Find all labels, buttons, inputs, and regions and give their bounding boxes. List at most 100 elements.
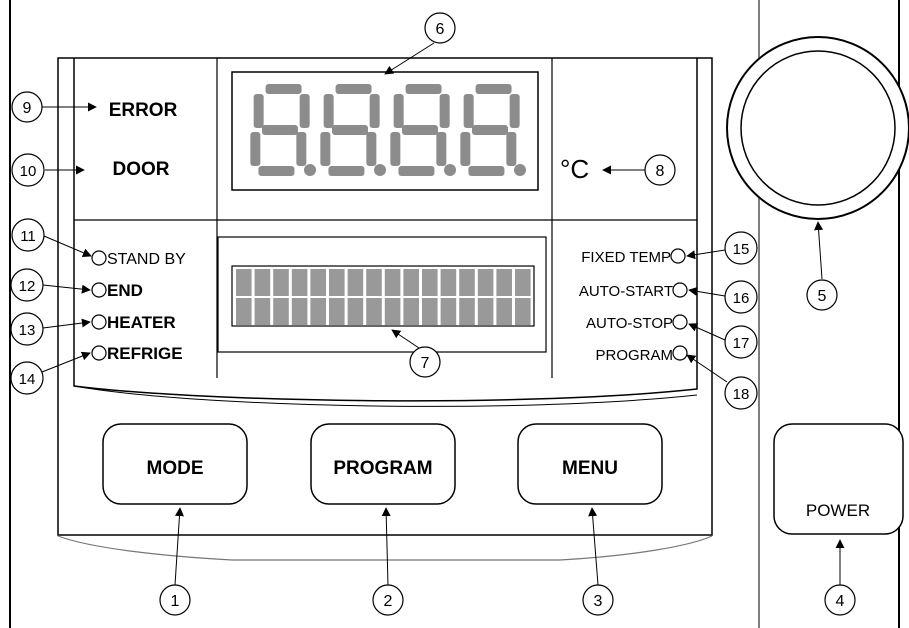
segment-2-g [332, 125, 368, 135]
lcd-cell [366, 298, 382, 325]
segment-4-a [475, 84, 512, 94]
segment-2-e [320, 132, 331, 166]
decimal-point-2 [374, 164, 386, 176]
end-label: END [107, 281, 143, 300]
lcd-cell [496, 298, 512, 325]
segment-1-c [296, 132, 307, 166]
auto-stop-led [672, 314, 688, 330]
door-label: DOOR [113, 159, 170, 180]
callout-1: 1 [159, 584, 191, 616]
callout-2-number: 2 [384, 593, 393, 610]
callout-3: 3 [582, 584, 614, 616]
fixed-temp-label: FIXED TEMP [581, 249, 671, 266]
lcd-cell [236, 298, 252, 325]
lcd-cell [477, 269, 494, 296]
mode-button-label: MODE [147, 458, 204, 479]
callout-8: 8 [644, 154, 676, 186]
callout-18: 18 [724, 376, 758, 410]
segment-2-b [369, 94, 380, 128]
heater-led [91, 314, 107, 330]
callout-2: 2 [372, 584, 404, 616]
program-button[interactable]: PROGRAM [310, 423, 456, 505]
callout-14: 14 [10, 361, 44, 395]
callout-1-number: 1 [171, 593, 180, 610]
callout-5-number: 5 [818, 288, 827, 305]
segment-2-a [335, 84, 372, 94]
callout-14-number: 14 [19, 371, 36, 388]
mode-button[interactable]: MODE [102, 423, 248, 505]
standby-led [91, 250, 107, 266]
leader-12 [42, 284, 91, 294]
lcd-cell [273, 298, 289, 325]
leader-15 [686, 249, 726, 260]
leader-18 [686, 354, 728, 383]
celsius-unit: °C [560, 154, 589, 184]
callout-13-number: 13 [19, 322, 36, 339]
callout-6: 6 [424, 12, 456, 44]
lcd-cell [459, 298, 475, 325]
fixed-temp-led [670, 248, 686, 264]
callout-13: 13 [10, 312, 44, 346]
callout-7-number: 7 [421, 355, 430, 372]
menu-button[interactable]: MENU [517, 423, 663, 505]
leader-2 [381, 507, 391, 586]
segment-3-e [390, 132, 401, 166]
leader-7 [391, 329, 420, 349]
lcd-cell [403, 269, 419, 296]
callout-17: 17 [724, 325, 758, 359]
lcd-cell [440, 298, 457, 325]
power-button[interactable]: POWER [773, 423, 904, 535]
callout-11: 11 [11, 218, 45, 252]
leader-5 [814, 221, 824, 280]
leader-17 [688, 323, 726, 341]
control-panel-diagram: ERROR DOOR STAND BY END HEATER REFRIGE F… [9, 0, 909, 628]
callout-4: 4 [824, 584, 856, 616]
refrige-led [91, 345, 107, 361]
refrige-label: REFRIGE [107, 344, 183, 363]
callout-6-number: 6 [436, 21, 445, 38]
callout-16-number: 16 [733, 290, 750, 307]
lcd-cell [329, 269, 345, 296]
lcd-cell [310, 269, 326, 296]
callout-12-number: 12 [19, 278, 36, 295]
segment-1-g [262, 125, 298, 135]
segment-1-f [253, 94, 264, 128]
segment-4-c [506, 132, 517, 166]
lcd-cell [273, 269, 289, 296]
lcd-cell [291, 269, 308, 296]
dial-knob-inner[interactable] [740, 50, 896, 206]
segment-3-g [402, 125, 438, 135]
segment-4-b [509, 94, 520, 128]
lcd-cell [384, 269, 401, 296]
lcd-cell [422, 269, 438, 296]
segment-2-d [328, 166, 365, 176]
lcd-cell [254, 269, 271, 296]
decimal-point-1 [304, 164, 316, 176]
lcd-cell [384, 298, 401, 325]
segment-4-f [463, 94, 474, 128]
callout-9: 9 [11, 91, 43, 123]
callout-11-number: 11 [20, 228, 36, 245]
segment-1-a [265, 84, 302, 94]
segment-3-a [405, 84, 442, 94]
lcd-cell [515, 298, 531, 325]
lcd-cell [291, 298, 308, 325]
callout-15: 15 [724, 231, 758, 265]
lcd-cell [515, 269, 531, 296]
segment-2-f [323, 94, 334, 128]
segment-1-b [299, 94, 310, 128]
callout-10-number: 10 [20, 163, 37, 180]
decimal-point-4 [514, 164, 526, 176]
lcd-cell [440, 269, 457, 296]
panel-bottom-curve [57, 535, 713, 561]
power-button-label: POWER [806, 501, 870, 520]
auto-stop-label: AUTO-STOP [586, 315, 673, 332]
leader-3 [588, 507, 599, 586]
callout-10: 10 [11, 153, 45, 187]
lcd-cell [254, 298, 271, 325]
segment-3-c [436, 132, 447, 166]
callout-15-number: 15 [733, 241, 750, 258]
leader-1 [174, 507, 184, 586]
program-led [672, 345, 688, 361]
callout-3-number: 3 [594, 593, 603, 610]
